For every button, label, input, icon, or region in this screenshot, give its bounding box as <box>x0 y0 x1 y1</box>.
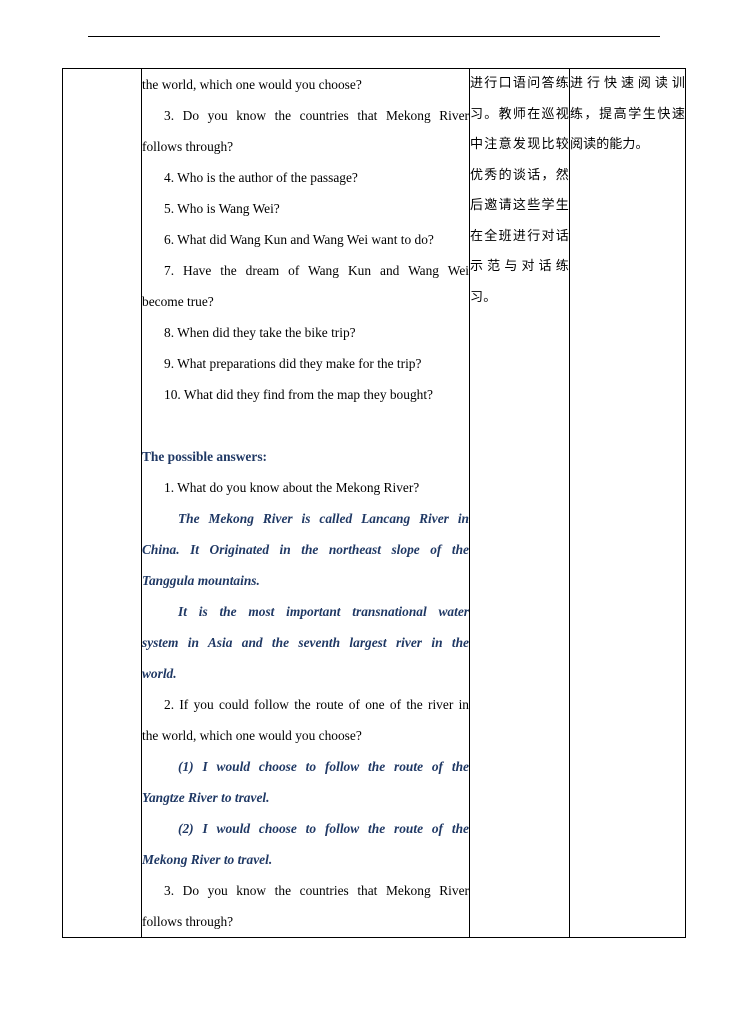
question-line: become true? <box>142 294 214 309</box>
page-header-rule <box>88 36 660 37</box>
question-line: the world, which one would you choose? <box>142 77 362 92</box>
table-cell-content: the world, which one would you choose? 3… <box>141 68 470 938</box>
question-line: 9. What preparations did they make for t… <box>164 356 422 371</box>
question-line: 8. When did they take the bike trip? <box>164 325 356 340</box>
question-line: 6. What did Wang Kun and Wang Wei want t… <box>164 232 434 247</box>
question-line: 10. What did they find from the map they… <box>164 387 433 402</box>
answer-line: system in Asia and the seventh largest r… <box>142 635 469 650</box>
answers-block: 1. What do you know about the Mekong Riv… <box>142 472 469 937</box>
question-line: 7. Have the dream of Wang Kun and Wang W… <box>164 263 469 278</box>
teacher-note-text: 进行口语问答练习。教师在巡视中注意发现比较优秀的谈话，然后邀请这些学生在全班进行… <box>470 76 569 305</box>
table-cell-stage <box>62 68 142 938</box>
lesson-plan-table: the world, which one would you choose? 3… <box>62 68 686 938</box>
answer-line: world. <box>142 666 177 681</box>
answer-line: The Mekong River is called Lancang River… <box>178 511 469 526</box>
answer-line: Tanggula mountains. <box>142 573 260 588</box>
answer-line: Yangtze River to travel. <box>142 790 270 805</box>
table-cell-purpose-note: 进行快速阅读训练，提高学生快速阅读的能力。 <box>569 68 686 938</box>
answer-line: (2) I would choose to follow the route o… <box>178 821 469 836</box>
answer-line: the world, which one would you choose? <box>142 728 362 743</box>
purpose-note-text: 进行快速阅读训练，提高学生快速阅读的能力。 <box>570 76 685 152</box>
answer-line: (1) I would choose to follow the route o… <box>178 759 469 774</box>
table-cell-teacher-note: 进行口语问答练习。教师在巡视中注意发现比较优秀的谈话，然后邀请这些学生在全班进行… <box>469 68 570 938</box>
possible-answers-heading: The possible answers: <box>142 449 267 464</box>
table-row: the world, which one would you choose? 3… <box>62 68 686 938</box>
answer-line: follows through? <box>142 914 234 929</box>
answer-line: Mekong River to travel. <box>142 852 273 867</box>
answer-line: China. It Originated in the northeast sl… <box>142 542 469 557</box>
questions-continued-block: the world, which one would you choose? 3… <box>142 69 469 410</box>
answer-line: It is the most important transnational w… <box>178 604 469 619</box>
question-line: 4. Who is the author of the passage? <box>164 170 358 185</box>
question-line: follows through? <box>142 139 234 154</box>
question-line: 3. Do you know the countries that Mekong… <box>164 108 469 123</box>
question-line: 5. Who is Wang Wei? <box>164 201 280 216</box>
answer-line: 3. Do you know the countries that Mekong… <box>164 883 469 898</box>
answer-line: 1. What do you know about the Mekong Riv… <box>164 480 420 495</box>
answer-line: 2. If you could follow the route of one … <box>164 697 469 712</box>
